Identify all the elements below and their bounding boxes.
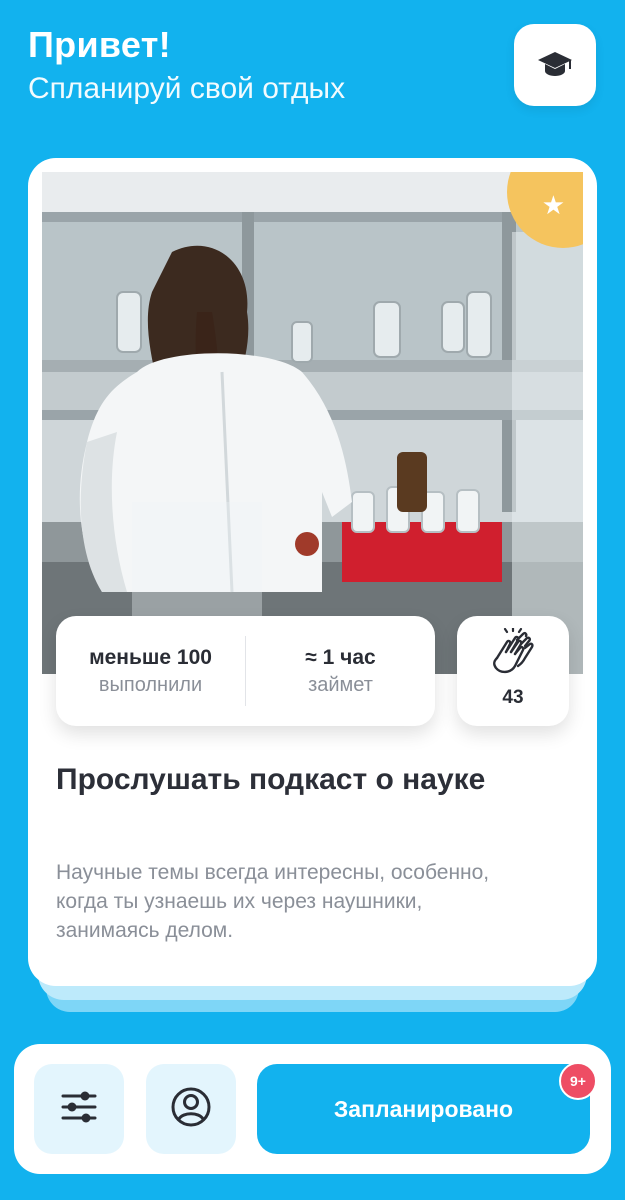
bottom-bar: Запланировано 9+ [14, 1044, 611, 1174]
stat-completed-label: выполнили [98, 673, 203, 696]
learn-button[interactable] [514, 24, 596, 106]
graduation-cap-icon [535, 43, 575, 88]
activity-title: Прослушать подкаст о науке [56, 763, 486, 796]
stat-completed-value: меньше 100 [89, 645, 212, 669]
filters-button[interactable] [34, 1064, 124, 1154]
stat-duration: ≈ 1 час займет [246, 646, 435, 697]
stat-duration-value: ≈ 1 час [305, 645, 376, 669]
activity-description: Научные темы всегда интересны, особенно,… [56, 861, 490, 942]
activity-photo: ★ [42, 172, 583, 674]
sliders-icon [59, 1089, 99, 1130]
stat-completed: меньше 100 выполнили [56, 646, 245, 697]
stats-panel: меньше 100 выполнили ≈ 1 час займет [56, 616, 435, 726]
star-icon: ★ [541, 190, 565, 220]
activity-card[interactable]: ★ меньше 100 выполнили ≈ 1 час займет 43… [28, 158, 597, 986]
planned-button[interactable]: Запланировано [257, 1064, 590, 1154]
clap-count: 43 [502, 687, 524, 708]
stat-duration-label: займет [308, 673, 373, 696]
greeting-subtitle: Спланируй свой отдых [28, 72, 346, 105]
clap-button[interactable]: 43 [457, 616, 569, 726]
user-circle-icon [170, 1086, 212, 1133]
notification-badge: 9+ [559, 1062, 597, 1100]
planned-button-label: Запланировано [333, 1095, 514, 1122]
greeting-title: Привет! [28, 24, 171, 65]
profile-button[interactable] [146, 1064, 236, 1154]
clapping-hands-icon [457, 626, 569, 681]
